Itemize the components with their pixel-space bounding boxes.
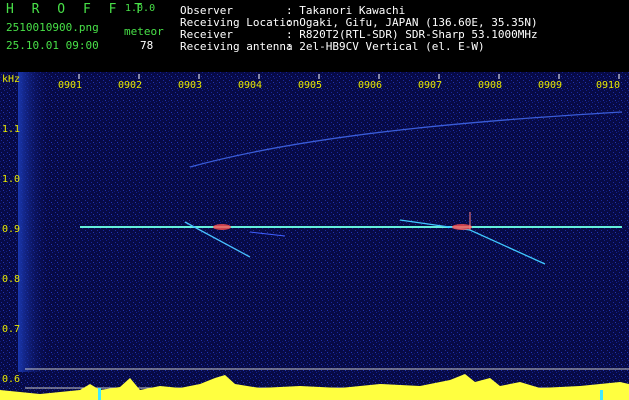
noise-background <box>0 72 629 400</box>
x-tick-label: 0905 <box>298 80 323 91</box>
header-panel: H R O F F T 1.0.0 2510010900.png 25.10.0… <box>0 0 629 56</box>
y-axis-unit: kHz <box>2 74 21 85</box>
x-tick-label: 0909 <box>538 80 563 91</box>
y-tick-label: 0.7 <box>2 324 21 335</box>
x-tick-label: 0910 <box>596 80 621 91</box>
spectrum-marker <box>600 390 603 400</box>
spectrum-marker <box>98 388 101 400</box>
y-tick-label: 0.8 <box>2 274 21 285</box>
interference-band <box>18 72 48 372</box>
antenna-label: Receiving antenna <box>180 40 293 53</box>
spectrogram <box>0 72 629 400</box>
y-tick-label: 1.1 <box>2 124 21 135</box>
y-tick-label: 1.0 <box>2 174 21 185</box>
meteor-label: meteor <box>124 25 164 38</box>
x-tick-label: 0904 <box>238 80 263 91</box>
x-tick-label: 0906 <box>358 80 383 91</box>
x-tick-label: 0903 <box>178 80 203 91</box>
meteor-count: 78 <box>140 39 154 52</box>
antenna-value: : 2el-HB9CV Vertical (el. E-W) <box>286 40 485 53</box>
file-datetime: 25.10.01 09:00 <box>6 39 99 52</box>
meteor-head <box>213 224 231 230</box>
x-tick-label: 0908 <box>478 80 503 91</box>
y-tick-label: 0.9 <box>2 224 21 235</box>
x-tick-label: 0902 <box>118 80 143 91</box>
app-version: 1.0.0 <box>125 3 156 14</box>
file-name: 2510010900.png <box>6 21 99 34</box>
x-tick-label: 0907 <box>418 80 443 91</box>
meteor-head <box>452 224 472 230</box>
x-tick-label: 0901 <box>58 80 83 91</box>
y-tick-label: 0.6 <box>2 374 21 385</box>
